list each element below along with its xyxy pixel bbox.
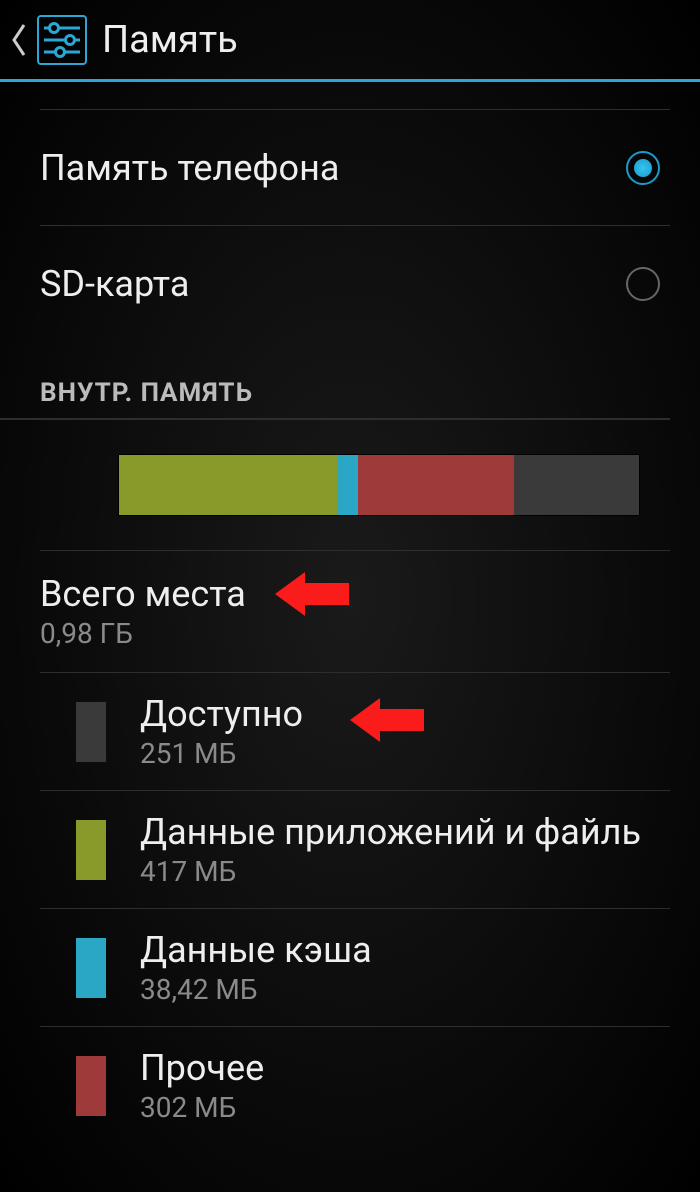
radio-row-sd-card[interactable]: SD-карта xyxy=(40,226,670,342)
total-space-row[interactable]: Всего места 0,98 ГБ xyxy=(40,551,670,673)
radio-label: SD-карта xyxy=(40,263,189,305)
bar-segment-other xyxy=(358,455,514,515)
item-label: Данные приложений и файль xyxy=(140,811,641,853)
storage-item-cache[interactable]: Данные кэша 38,42 МБ xyxy=(40,909,670,1027)
storage-item-available[interactable]: Доступно 251 МБ xyxy=(40,673,670,791)
page-title: Память xyxy=(102,18,238,62)
item-value: 417 МБ xyxy=(140,855,641,888)
section-header-internal: ВНУТР. ПАМЯТЬ xyxy=(0,342,670,420)
bar-segment-apps xyxy=(119,455,337,515)
total-space-value: 0,98 ГБ xyxy=(40,617,630,650)
item-label: Доступно xyxy=(140,693,303,735)
storage-bar-row xyxy=(40,420,670,551)
settings-sliders-icon[interactable] xyxy=(34,12,90,68)
radio-indicator-unchecked[interactable] xyxy=(626,267,660,301)
color-swatch-other xyxy=(76,1056,106,1116)
back-chevron-icon[interactable] xyxy=(8,20,30,60)
item-label: Данные кэша xyxy=(140,929,372,971)
item-value: 302 МБ xyxy=(140,1091,264,1124)
partial-previous-row xyxy=(40,82,670,110)
item-value: 38,42 МБ xyxy=(140,973,372,1006)
storage-item-other[interactable]: Прочее 302 МБ xyxy=(40,1027,670,1144)
content: Память телефона SD-карта ВНУТР. ПАМЯТЬ В… xyxy=(0,82,700,1144)
color-swatch-cache xyxy=(76,938,106,998)
radio-label: Память телефона xyxy=(40,147,339,189)
item-value: 251 МБ xyxy=(140,737,303,770)
bar-segment-free xyxy=(514,455,639,515)
radio-indicator-checked[interactable] xyxy=(626,151,660,185)
total-space-label: Всего места xyxy=(40,573,630,615)
color-swatch-free xyxy=(76,702,106,762)
storage-usage-bar xyxy=(118,454,640,516)
item-label: Прочее xyxy=(140,1047,264,1089)
storage-item-apps[interactable]: Данные приложений и файль 417 МБ xyxy=(40,791,670,909)
bar-segment-cache xyxy=(337,455,358,515)
radio-row-phone-memory[interactable]: Память телефона xyxy=(40,110,670,226)
color-swatch-apps xyxy=(76,820,106,880)
app-header: Память xyxy=(0,0,700,82)
